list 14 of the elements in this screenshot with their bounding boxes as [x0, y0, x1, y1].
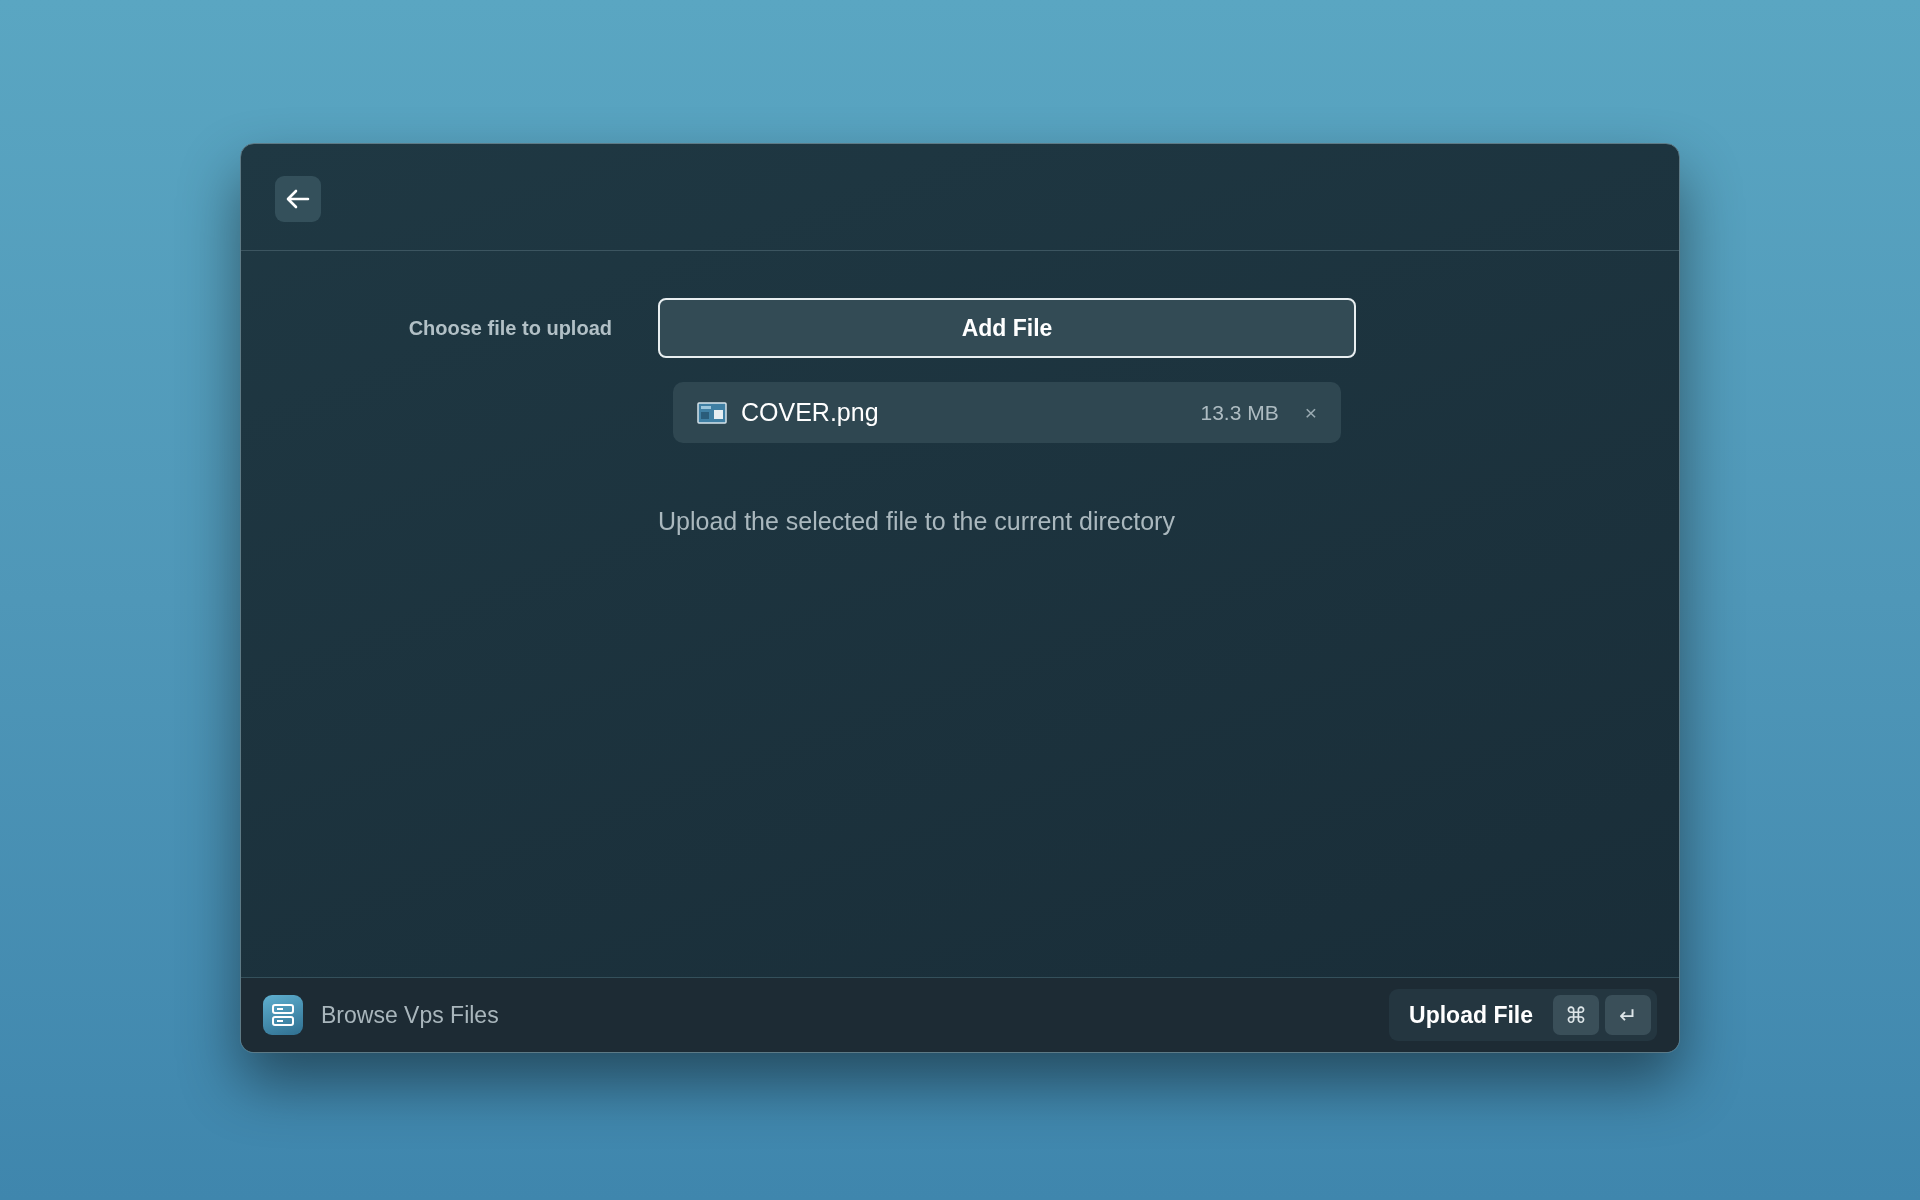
field-label: Choose file to upload: [407, 316, 612, 341]
description-text: Upload the selected file to the current directory: [658, 506, 1176, 537]
shortcut-key: ⌘: [1553, 995, 1599, 1035]
server-icon: [263, 995, 303, 1035]
file-size: 13.3 MB: [1200, 399, 1279, 426]
add-file-button[interactable]: Add File: [658, 298, 1356, 358]
upload-file-button[interactable]: Upload File: [1395, 997, 1547, 1033]
shortcut-key: ↵: [1605, 995, 1651, 1035]
back-button[interactable]: [275, 176, 321, 222]
image-file-icon: [697, 401, 727, 424]
back-arrow-icon: [286, 189, 310, 209]
file-name: COVER.png: [741, 396, 879, 428]
app-title: Browse Vps Files: [321, 1000, 499, 1030]
remove-button[interactable]: ×: [1300, 396, 1321, 429]
